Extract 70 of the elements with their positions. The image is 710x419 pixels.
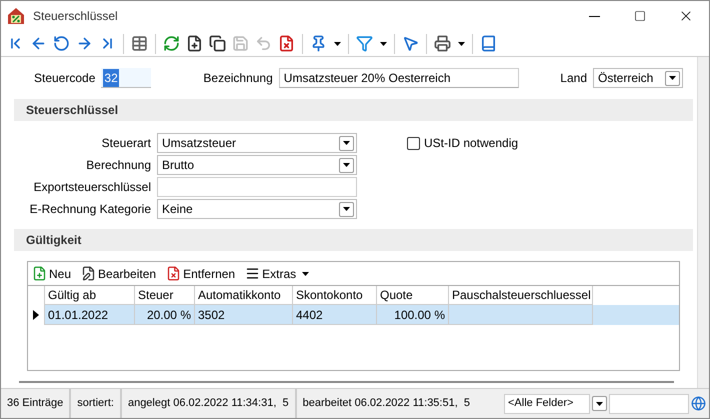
new-document-icon [32, 266, 47, 281]
dropdown-button[interactable] [592, 396, 607, 411]
toolbar-button[interactable]: Neu [32, 264, 72, 282]
dropdown-caret-icon [596, 402, 603, 406]
table-cell: 4402 [293, 305, 377, 325]
field-label: Steuercode [34, 70, 96, 87]
dropdown-button[interactable] [339, 158, 354, 172]
book-icon [480, 35, 497, 52]
field-label: Exportsteuerschlüssel [32, 179, 152, 196]
dropdown-caret-icon [334, 42, 340, 46]
field-filter-dropdown[interactable]: <Alle Felder> [504, 394, 590, 414]
menu-icon [245, 266, 260, 281]
undo-icon [255, 35, 272, 52]
section-header: Steuerschlüssel [14, 99, 693, 121]
field-label: Bezeichnung [203, 70, 273, 87]
sort-status: sortiert: [71, 389, 122, 418]
cursor-icon [402, 35, 419, 52]
dropdown-caret-icon [458, 42, 464, 46]
checkbox[interactable]: USt-ID notwendig [407, 133, 518, 153]
toolbar-button[interactable]: Extras [245, 264, 310, 282]
new-document-icon [186, 35, 203, 52]
dropdown-field[interactable]: Brutto [157, 155, 357, 175]
return-icon [53, 35, 70, 52]
dropdown-field[interactable]: Umsatzsteuer [157, 133, 357, 153]
window-title: Steuerschlüssel [33, 8, 118, 25]
table-icon [131, 35, 148, 52]
section-header: Gültigkeit [14, 229, 693, 251]
table-cell: 100.00 % [377, 305, 449, 325]
created-info: angelegt 06.02.2022 11:34:31, 5 [122, 389, 297, 418]
field-label: Steuerart [100, 135, 152, 152]
vertical-scrollbar[interactable] [697, 57, 709, 388]
dropdown-button[interactable] [339, 136, 354, 150]
edit-document-icon [81, 266, 96, 281]
record-count: 36 Einträge [1, 389, 72, 418]
field-label: Berechnung [85, 157, 152, 174]
search-field[interactable] [609, 394, 689, 414]
delete-document-icon [278, 35, 295, 52]
dropdown-caret-icon [302, 272, 310, 276]
table-cell: 20.00 % [135, 305, 195, 325]
text-field[interactable] [157, 177, 357, 197]
globe-icon [691, 396, 706, 411]
dropdown-caret-icon [343, 141, 350, 145]
save-icon [232, 35, 249, 52]
filter-icon [356, 35, 373, 52]
maximize-icon [634, 10, 646, 22]
dropdown-caret-icon [669, 76, 676, 80]
country-dropdown[interactable]: Österreich [593, 68, 683, 88]
table-cell: 01.01.2022 [45, 305, 135, 325]
field-label: E-Rechnung Kategorie [28, 201, 152, 218]
toolbar-button[interactable]: Entfernen [166, 264, 236, 282]
dropdown-caret-icon [380, 42, 386, 46]
horizontal-scrollbar[interactable] [19, 381, 674, 383]
app-icon [7, 7, 25, 25]
dropdown-caret-icon [343, 163, 350, 167]
name-field[interactable]: Umsatzsteuer 20% Oesterreich [278, 68, 519, 88]
edited-info: bearbeitet 06.02.2022 11:35:51, 5 [302, 396, 472, 412]
refresh-icon [163, 35, 180, 52]
row-pointer-icon [33, 310, 39, 320]
dropdown-button[interactable] [339, 202, 354, 216]
pin-icon [310, 35, 327, 52]
dropdown-field[interactable]: Keine [157, 199, 357, 219]
dropdown-button[interactable] [665, 70, 680, 86]
printer-icon [434, 35, 451, 52]
toolbar-button[interactable]: Bearbeiten [81, 264, 156, 282]
delete-document-icon [166, 266, 182, 281]
copy-icon [209, 35, 226, 52]
field-label: Land [560, 70, 587, 87]
code-field[interactable]: 32 [101, 68, 152, 88]
dropdown-caret-icon [343, 207, 350, 211]
table-cell: 3502 [195, 305, 293, 325]
